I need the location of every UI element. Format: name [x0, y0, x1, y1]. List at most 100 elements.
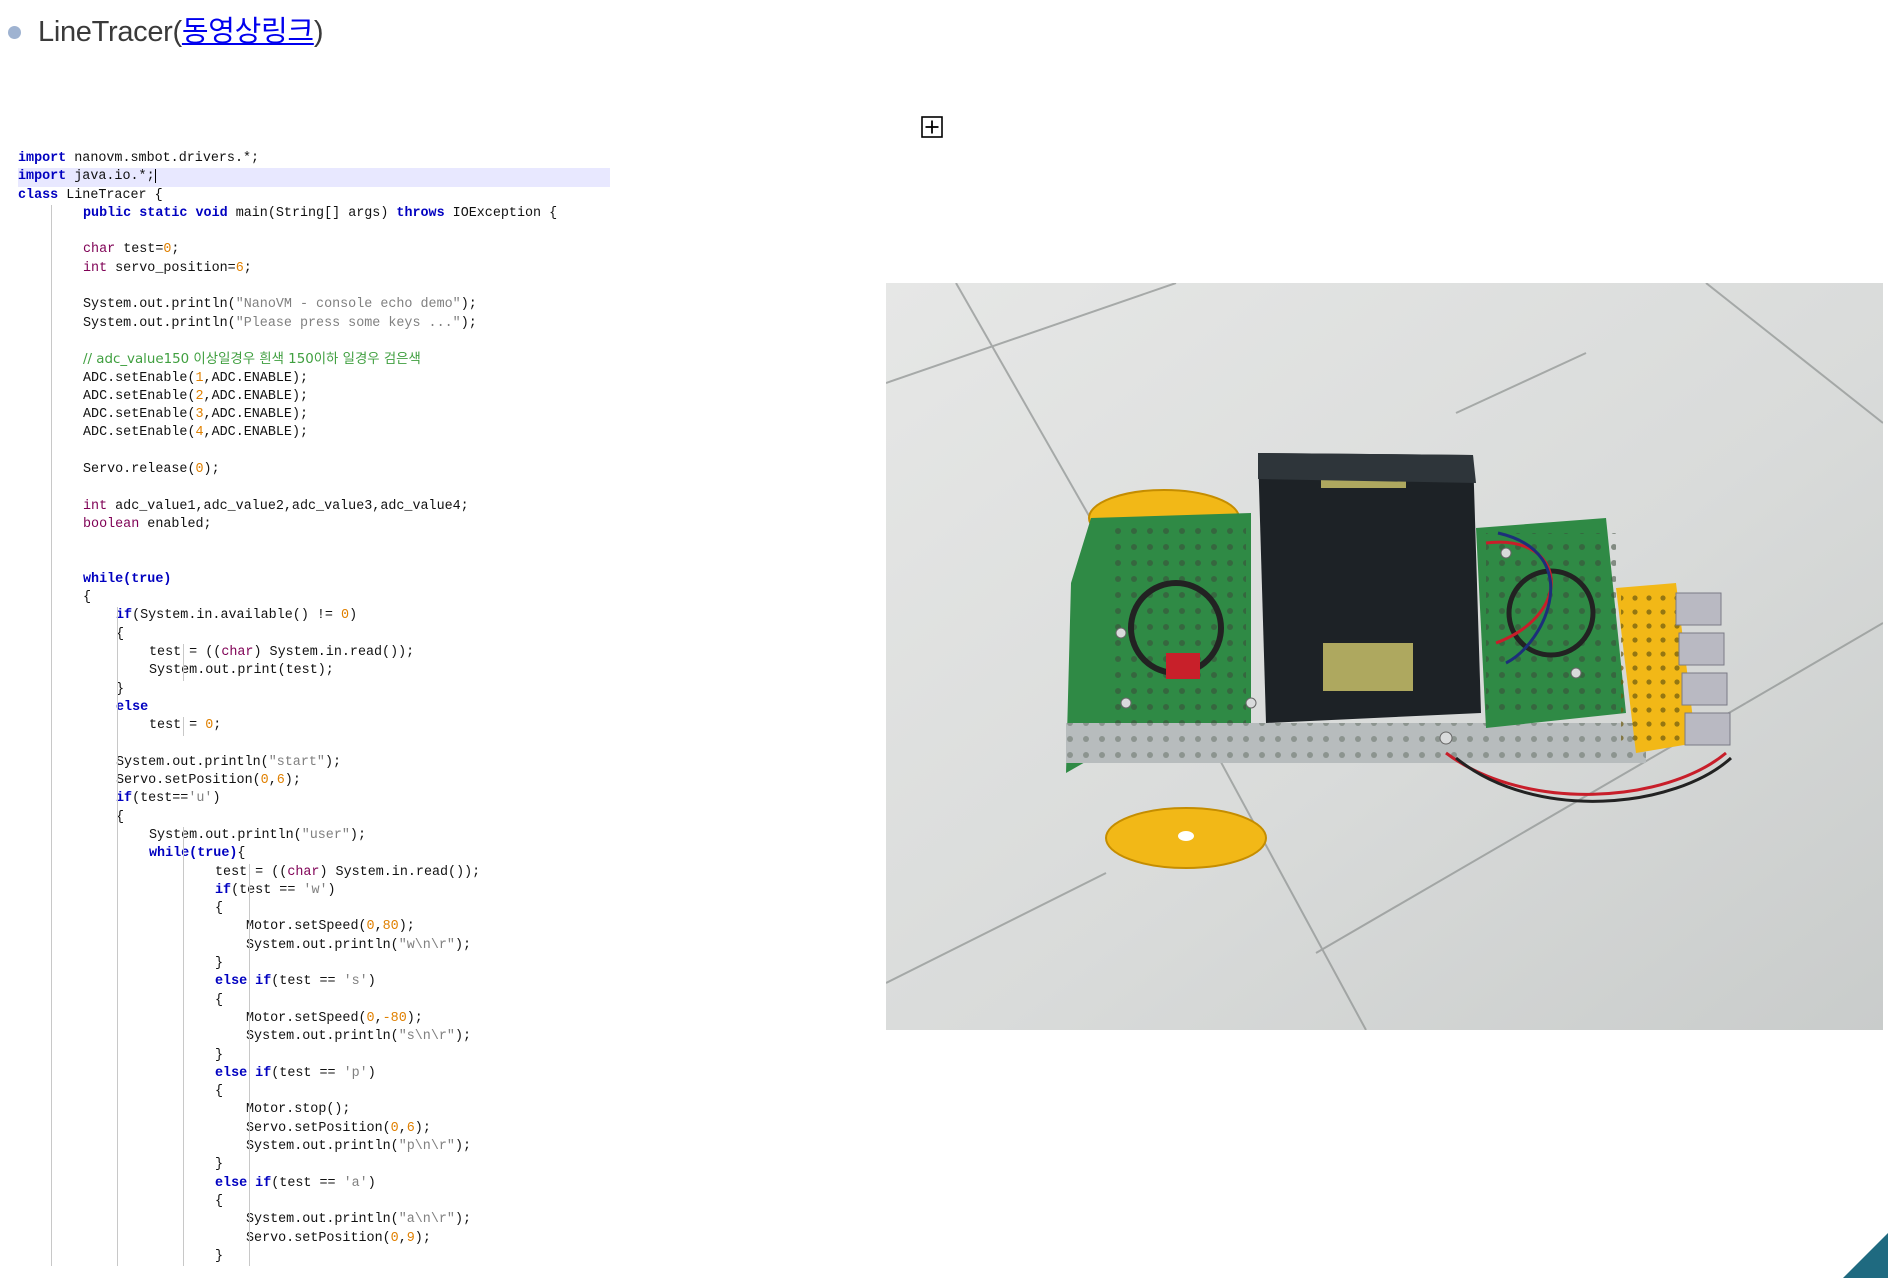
code-token: "s\n\r": [398, 1029, 455, 1045]
code-line: test = ((char) System.in.read());: [18, 863, 610, 882]
code-token: import: [18, 169, 67, 185]
code-token: System.out.print(test);: [149, 663, 334, 679]
code-token: "a\n\r": [398, 1212, 455, 1228]
indent-guide: [183, 1101, 184, 1120]
code-token: (test ==: [231, 882, 304, 898]
indent-guide: [51, 442, 52, 462]
code-token: "start": [268, 754, 325, 770]
indent-guide: [51, 534, 52, 553]
code-token: 0: [341, 608, 350, 624]
code-token: enabled;: [139, 516, 212, 532]
code-token: );: [454, 1029, 472, 1045]
title-prefix: LineTracer(: [38, 16, 182, 48]
indent-guide: [51, 1083, 52, 1102]
code-line-content: ADC.setEnable(1,ADC.ENABLE);: [18, 371, 308, 386]
code-line-content: {: [18, 810, 124, 825]
code-line-content: import nanovm.smbot.drivers.*;: [18, 151, 259, 166]
video-link[interactable]: 동영상링크: [182, 16, 314, 48]
indent-guide: [51, 332, 52, 352]
code-token: {: [215, 1084, 224, 1100]
indent-guide: [183, 900, 184, 919]
indent-guide: [51, 1064, 52, 1084]
indent-guide: [51, 753, 52, 773]
code-token: );: [454, 937, 472, 953]
indent-guide: [117, 1046, 118, 1065]
indent-guide: [183, 662, 184, 681]
indent-guide: [249, 1211, 250, 1230]
code-line: while(true){: [18, 845, 610, 864]
indent-guide: [51, 772, 52, 791]
code-token: 6: [276, 773, 285, 789]
indent-guide: [51, 351, 52, 370]
code-token: 3: [195, 407, 204, 423]
code-token: System.out.println(: [246, 937, 399, 953]
indent-guide: [51, 717, 52, 736]
code-line-content: System.out.println("a\n\r");: [18, 1212, 471, 1227]
indent-guide: [183, 1156, 184, 1175]
code-token: ,ADC.ENABLE);: [203, 425, 309, 441]
indent-guide: [117, 1192, 118, 1212]
code-line-content: import java.io.*;: [18, 168, 156, 185]
indent-guide: [249, 863, 250, 882]
code-token: ,: [268, 773, 277, 789]
code-token: "w\n\r": [398, 937, 455, 953]
code-line: ADC.setEnable(3,ADC.ENABLE);: [18, 406, 610, 425]
indent-guide: [249, 1064, 250, 1084]
indent-guide: [51, 625, 52, 645]
code-line-content: }: [18, 1048, 223, 1063]
page-title: LineTracer(동영상링크): [38, 8, 323, 50]
code-token: );: [324, 754, 342, 770]
indent-guide: [51, 1192, 52, 1212]
indent-guide: [51, 1229, 52, 1248]
indent-guide: [249, 1192, 250, 1212]
code-token: "p\n\r": [398, 1139, 455, 1155]
indent-guide: [183, 936, 184, 956]
indent-guide: [117, 790, 118, 809]
code-line: {: [18, 900, 610, 919]
code-line: {: [18, 1192, 610, 1212]
code-token: }: [215, 1047, 224, 1063]
indent-guide: [183, 845, 184, 864]
code-token: ,ADC.ENABLE);: [203, 370, 309, 386]
code-token: {: [215, 992, 224, 1008]
indent-guide: [183, 1009, 184, 1029]
indent-guide: [117, 1247, 118, 1267]
code-line: [18, 332, 610, 352]
code-line-content: else if(test == 'a'): [18, 1176, 376, 1191]
code-token: ): [327, 882, 336, 898]
code-line-content: System.out.print(test);: [18, 663, 334, 678]
code-line-content: }: [18, 956, 223, 971]
indent-guide: [183, 973, 184, 992]
code-token: );: [284, 773, 301, 789]
code-token: 'u': [188, 791, 213, 807]
code-line: import nanovm.smbot.drivers.*;: [18, 150, 610, 168]
indent-guide: [117, 644, 118, 663]
indent-guide: [249, 1247, 250, 1267]
code-token: char: [221, 645, 254, 661]
expand-box-icon[interactable]: [920, 115, 944, 139]
code-token: 0: [390, 1120, 399, 1136]
indent-guide: [51, 644, 52, 663]
code-line-content: System.out.println("start");: [18, 755, 341, 770]
code-token: int: [83, 260, 108, 276]
code-token: "Please press some keys ...": [235, 315, 461, 331]
indent-guide: [117, 1119, 118, 1139]
code-line: System.out.println("p\n\r");: [18, 1138, 610, 1157]
code-line: {: [18, 808, 610, 827]
indent-guide: [117, 1211, 118, 1230]
indent-guide: [117, 607, 118, 626]
code-token: import: [18, 151, 67, 166]
code-token: ;: [213, 718, 222, 734]
code-line-content: ADC.setEnable(3,ADC.ENABLE);: [18, 407, 308, 422]
code-token: -80: [382, 1010, 407, 1026]
code-token: test = ((: [215, 864, 288, 880]
indent-guide: [51, 515, 52, 535]
code-token: LineTracer {: [58, 187, 163, 203]
code-token: char: [287, 864, 320, 880]
indent-guide: [117, 863, 118, 882]
code-token: 6: [235, 260, 244, 276]
indent-guide: [249, 1046, 250, 1065]
indent-guide: [183, 826, 184, 846]
code-line: }: [18, 1046, 610, 1065]
code-line: else: [18, 698, 610, 718]
